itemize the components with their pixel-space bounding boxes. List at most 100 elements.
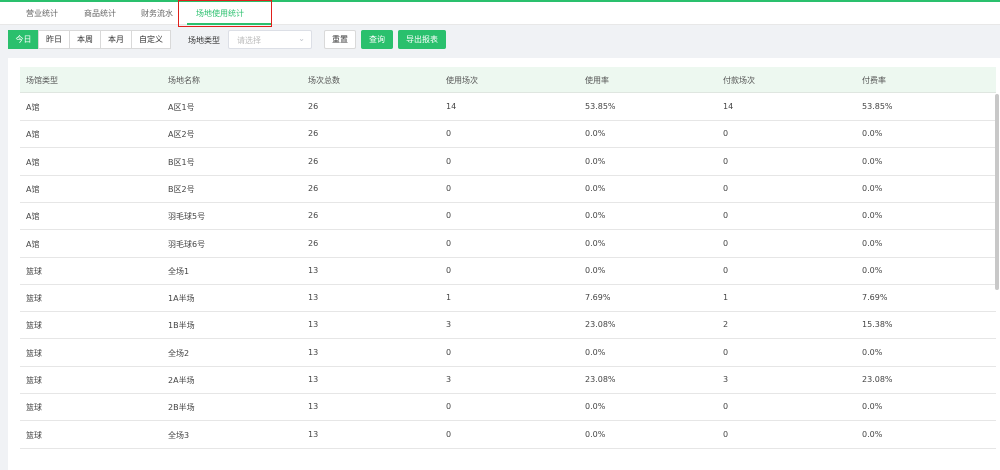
table-cell: A馆 <box>26 184 40 194</box>
range-yesterday-button[interactable]: 昨日 <box>38 30 70 49</box>
table-cell: 0 <box>723 183 729 193</box>
range-month-button[interactable]: 本月 <box>100 30 132 49</box>
tab-business-stats[interactable]: 营业统计 <box>26 7 58 21</box>
table-cell: 0.0% <box>862 347 883 357</box>
table-cell: 26 <box>308 183 319 193</box>
table-cell: 羽毛球6号 <box>168 239 206 249</box>
col-venue-type: 场馆类型 <box>26 76 58 85</box>
table-cell: 0.0% <box>585 347 606 357</box>
table-cell: A馆 <box>26 239 40 249</box>
table-cell: 篮球 <box>26 294 42 304</box>
table-cell: 0 <box>723 429 729 439</box>
table-cell: 0.0% <box>585 238 606 248</box>
table-cell: 0.0% <box>585 129 606 139</box>
table-cell: 13 <box>308 293 319 303</box>
table-cell: 13 <box>308 375 319 384</box>
range-week-button[interactable]: 本周 <box>69 30 101 49</box>
table-cell: 13 <box>308 429 319 439</box>
table-cell: A馆 <box>26 103 40 112</box>
table-cell: 篮球 <box>26 266 42 276</box>
table-cell: 2 <box>723 320 729 330</box>
table-cell: 0 <box>723 347 729 357</box>
table-cell: 7.69% <box>862 293 888 303</box>
table-header: 场馆类型 场地名称 场次总数 使用场次 使用率 付款场次 付费率 <box>20 67 996 93</box>
table-cell: 1B半场 <box>168 321 195 331</box>
table-cell: 0 <box>446 265 452 275</box>
table-cell: 26 <box>308 129 319 139</box>
table-cell: 0 <box>723 265 729 275</box>
table-cell: A馆 <box>26 130 40 140</box>
table-cell: 1A半场 <box>168 294 195 304</box>
table-cell: 3 <box>723 375 729 384</box>
table-cell: A馆 <box>26 212 40 222</box>
table-cell: 篮球 <box>26 348 42 358</box>
table-cell: 14 <box>723 102 734 111</box>
table-row: 篮球 1A半场 13 1 7.69% 1 7.69% <box>20 285 996 313</box>
table-cell: 14 <box>446 102 457 111</box>
table-cell: 0 <box>723 402 729 412</box>
table-cell: 15.38% <box>862 320 893 330</box>
reset-button[interactable]: 重置 <box>324 30 356 49</box>
col-used-sessions: 使用场次 <box>446 76 478 85</box>
tab-product-stats[interactable]: 商品统计 <box>84 7 116 21</box>
table-cell: 0.0% <box>862 183 883 193</box>
range-today-button[interactable]: 今日 <box>8 30 39 49</box>
venue-type-select[interactable]: 请选择 ⌄ <box>228 30 312 49</box>
table-cell: 0.0% <box>585 402 606 412</box>
table-cell: 26 <box>308 156 319 166</box>
venue-type-label: 场地类型 <box>188 36 220 45</box>
table-row: 篮球 1B半场 13 3 23.08% 2 15.38% <box>20 312 996 340</box>
table-cell: 0 <box>723 211 729 221</box>
col-paid-sessions: 付款场次 <box>723 76 755 85</box>
table-row: 篮球 2A半场 13 3 23.08% 3 23.08% <box>20 367 996 394</box>
filter-bar: 今日 昨日 本周 本月 自定义 场地类型 请选择 ⌄ 重置 查询 导出报表 <box>0 26 1000 56</box>
export-report-button[interactable]: 导出报表 <box>398 30 446 49</box>
table-row: A馆 羽毛球6号 26 0 0.0% 0 0.0% <box>20 231 996 258</box>
venue-type-placeholder: 请选择 <box>237 36 261 45</box>
table-cell: B区2号 <box>168 184 195 194</box>
table-cell: 0.0% <box>862 129 883 139</box>
table-cell: 0.0% <box>585 156 606 166</box>
table-cell: 0 <box>446 129 452 139</box>
table-cell: 13 <box>308 265 319 275</box>
table-cell: 0 <box>446 429 452 439</box>
table-cell: 0 <box>446 211 452 221</box>
table-cell: 0.0% <box>862 156 883 166</box>
table-row: A馆 B区2号 26 0 0.0% 0 0.0% <box>20 176 996 203</box>
annotation-highlight-box <box>178 0 272 27</box>
table-cell: 0 <box>723 238 729 248</box>
table-cell: 3 <box>446 375 452 384</box>
table-cell: 23.08% <box>585 320 616 330</box>
col-paid-rate: 付费率 <box>862 76 886 85</box>
table-cell: 0 <box>446 156 452 166</box>
table-cell: 3 <box>446 320 452 330</box>
table-cell: 0 <box>446 402 452 412</box>
table-scrollbar[interactable] <box>995 94 999 290</box>
table-cell: 全场3 <box>168 430 190 440</box>
table-cell: 0 <box>723 129 729 139</box>
table-cell: 26 <box>308 102 319 111</box>
table-cell: 0.0% <box>862 265 883 275</box>
table-cell: 0.0% <box>585 265 606 275</box>
table-cell: 羽毛球5号 <box>168 212 206 222</box>
table-cell: 7.69% <box>585 293 611 303</box>
table-cell: 53.85% <box>585 102 616 111</box>
table-cell: 0.0% <box>862 402 883 412</box>
col-total-sessions: 场次总数 <box>308 76 340 85</box>
search-button[interactable]: 查询 <box>361 30 393 49</box>
table-row: 篮球 全场1 13 0 0.0% 0 0.0% <box>20 258 996 285</box>
table-row: A馆 A区1号 26 14 53.85% 14 53.85% <box>20 94 996 121</box>
table-cell: 1 <box>723 293 729 303</box>
tab-finance-flow[interactable]: 财务流水 <box>141 7 173 21</box>
tab-bar: 营业统计 商品统计 财务流水 场地使用统计 <box>0 2 1000 25</box>
table-cell: A区1号 <box>168 103 195 112</box>
table-cell: 13 <box>308 347 319 357</box>
date-range-group: 今日 昨日 本周 本月 自定义 <box>8 30 171 49</box>
table-cell: 篮球 <box>26 376 42 385</box>
range-custom-button[interactable]: 自定义 <box>131 30 171 49</box>
table-cell: A区2号 <box>168 130 195 140</box>
table-cell: 全场2 <box>168 348 190 358</box>
table-row: 篮球 全场3 13 0 0.0% 0 0.0% <box>20 422 996 449</box>
table-cell: 26 <box>308 238 319 248</box>
table-cell: 0.0% <box>862 211 883 221</box>
